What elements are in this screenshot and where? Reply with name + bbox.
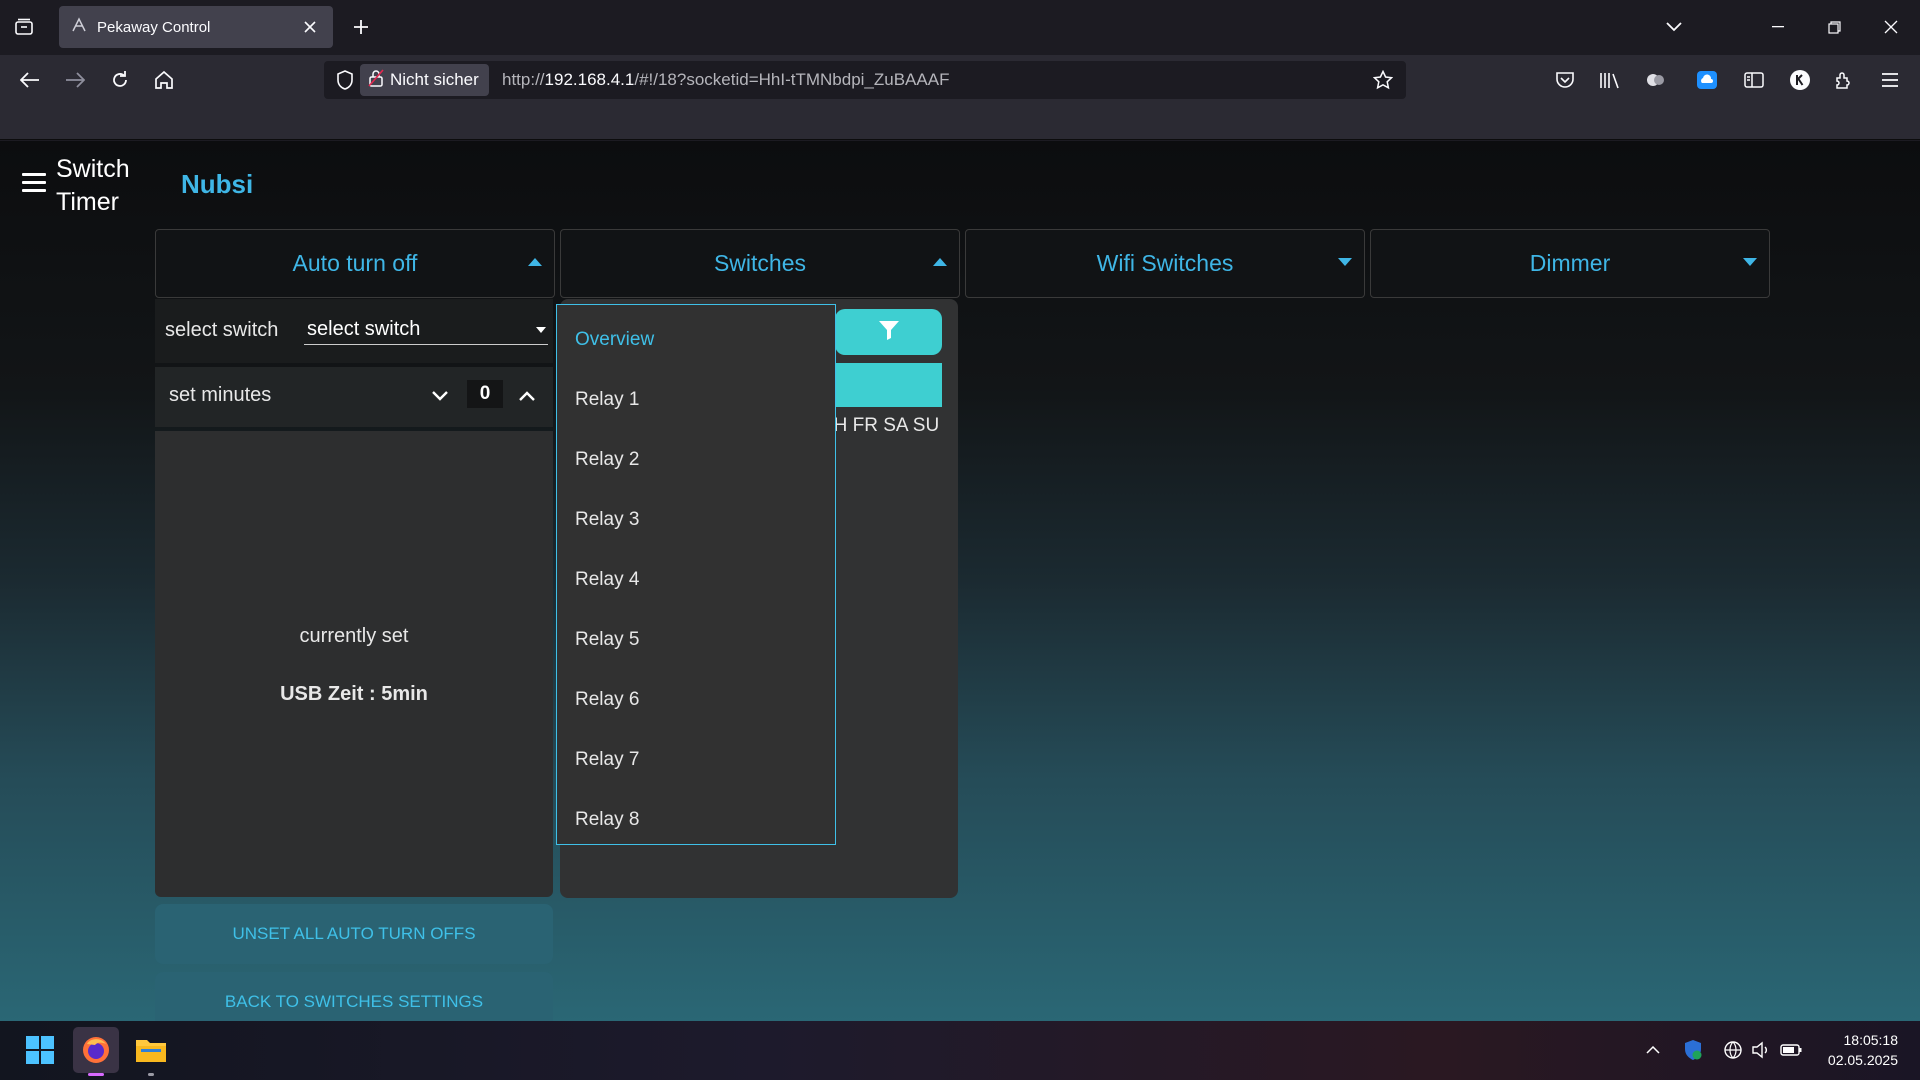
- auto-turn-off-header[interactable]: Auto turn off: [155, 229, 555, 298]
- extensions-icon[interactable]: [1826, 62, 1862, 98]
- caret-up-icon: [528, 258, 542, 266]
- firefox-taskbar-icon[interactable]: [73, 1027, 119, 1076]
- dropdown-option-relay[interactable]: Relay 1: [557, 370, 835, 430]
- browser-nav-bar: Nicht sicher http://192.168.4.1/#!/18?so…: [0, 55, 1920, 105]
- running-app-indicator: [148, 1073, 154, 1076]
- weekdays-label: TH FR SA SU: [822, 415, 940, 436]
- pocket-icon[interactable]: [1547, 62, 1583, 98]
- select-switch-value: select switch: [307, 318, 421, 340]
- sidebar-icon[interactable]: [1736, 62, 1772, 98]
- bookmarks-toolbar: [0, 105, 1920, 140]
- dropdown-option-relay[interactable]: Relay 4: [557, 550, 835, 610]
- dropdown-option-relay[interactable]: Relay 6: [557, 670, 835, 730]
- app-title-line2: Timer: [56, 188, 119, 216]
- switches-label: Switches: [713, 250, 807, 276]
- app-title: Switch Timer: [56, 153, 130, 219]
- tab-title: Pekaway Control: [97, 18, 211, 36]
- caret-down-icon: [1338, 258, 1352, 266]
- new-tab-icon[interactable]: [343, 9, 379, 45]
- dropdown-option-relay[interactable]: Relay 8: [557, 790, 835, 850]
- clock-time: 18:05:18: [1843, 1032, 1899, 1048]
- forward-arrow-icon[interactable]: [57, 62, 93, 98]
- dropdown-arrow-icon: [536, 327, 546, 333]
- show-hidden-icons-chevron-up-icon[interactable]: [1640, 1037, 1666, 1063]
- tracking-shield-icon[interactable]: [330, 65, 360, 95]
- select-switch-dropdown[interactable]: select switch: [304, 315, 548, 345]
- user-name: Nubsi: [181, 169, 254, 199]
- restore-window-icon[interactable]: [1814, 8, 1854, 46]
- menu-hamburger-icon[interactable]: [22, 173, 46, 193]
- back-arrow-icon[interactable]: [12, 62, 48, 98]
- minimize-window-icon[interactable]: [1758, 8, 1798, 46]
- security-shield-icon[interactable]: [1680, 1037, 1706, 1063]
- home-icon[interactable]: [146, 62, 182, 98]
- dropdown-option-relay[interactable]: Relay 7: [557, 730, 835, 790]
- dimmer-header[interactable]: Dimmer: [1370, 229, 1770, 298]
- wifi-switches-label: Wifi Switches: [1096, 250, 1234, 276]
- set-minutes-label: set minutes: [169, 384, 272, 406]
- bookmark-star-icon[interactable]: [1368, 65, 1398, 95]
- network-globe-icon[interactable]: [1720, 1037, 1746, 1063]
- dimmer-label: Dimmer: [1529, 250, 1611, 276]
- battery-icon[interactable]: [1778, 1037, 1804, 1063]
- auto-turn-off-label: Auto turn off: [292, 250, 418, 276]
- url-prefix: http://: [502, 70, 545, 89]
- switches-header[interactable]: Switches: [560, 229, 960, 298]
- insecure-lock-icon: [368, 68, 384, 92]
- not-secure-label: Nicht sicher: [390, 70, 479, 89]
- select-switch-label: select switch: [165, 319, 279, 341]
- dropdown-option-relay[interactable]: Relay 2: [557, 430, 835, 490]
- dropdown-option-overview[interactable]: Overview: [557, 310, 835, 370]
- volume-speaker-icon[interactable]: [1748, 1037, 1774, 1063]
- browser-tab-bar: Pekaway Control: [0, 0, 1920, 55]
- unset-all-button[interactable]: UNSET ALL AUTO TURN OFFS: [155, 904, 553, 964]
- usb-time-value: USB Zeit : 5min: [280, 683, 428, 705]
- page-content: Switch Timer Nubsi Auto turn off Switche…: [0, 141, 1920, 1021]
- url-path: /#!/18?socketid=HhI-tTMNbdpi_ZuBAAAF: [634, 70, 950, 89]
- close-tab-icon[interactable]: [295, 12, 325, 42]
- filter-button[interactable]: [835, 309, 942, 355]
- caret-up-icon: [933, 258, 947, 266]
- tab-list-icon[interactable]: [6, 9, 42, 45]
- minutes-decrement-chevron-down-icon[interactable]: [425, 381, 455, 411]
- minutes-value[interactable]: 0: [467, 380, 503, 408]
- minutes-increment-chevron-up-icon[interactable]: [512, 381, 542, 411]
- not-secure-indicator[interactable]: Nicht sicher: [360, 64, 489, 96]
- windows-taskbar: 18:05:18 02.05.2025: [0, 1021, 1920, 1080]
- url-host: 192.168.4.1: [544, 70, 635, 89]
- extension-puzzle-colored-icon[interactable]: [1638, 62, 1674, 98]
- app-menu-icon[interactable]: [1872, 62, 1908, 98]
- clock-date: 02.05.2025: [1827, 1052, 1898, 1068]
- cloud-sync-icon[interactable]: [1689, 62, 1725, 98]
- list-all-tabs-icon[interactable]: [1656, 9, 1692, 45]
- url-bar[interactable]: Nicht sicher http://192.168.4.1/#!/18?so…: [324, 61, 1406, 99]
- reload-icon[interactable]: [102, 62, 138, 98]
- select-switch-row: select switch select switch: [155, 299, 553, 363]
- account-avatar-icon[interactable]: [1782, 62, 1818, 98]
- url-text[interactable]: http://192.168.4.1/#!/18?socketid=HhI-tT…: [502, 61, 949, 99]
- filter-icon: [878, 319, 900, 346]
- dropdown-option-relay[interactable]: Relay 5: [557, 610, 835, 670]
- current-setting-box: currently set USB Zeit : 5min: [155, 431, 553, 897]
- close-window-icon[interactable]: [1871, 8, 1911, 46]
- site-favicon-icon: [71, 16, 87, 38]
- library-icon[interactable]: [1592, 62, 1628, 98]
- dropdown-option-relay[interactable]: Relay 3: [557, 490, 835, 550]
- app-title-line1: Switch: [56, 155, 130, 183]
- taskbar-clock[interactable]: 18:05:18 02.05.2025: [1828, 1030, 1898, 1070]
- caret-down-icon: [1743, 258, 1757, 266]
- file-explorer-icon[interactable]: [128, 1027, 174, 1076]
- set-minutes-row: set minutes 0: [155, 367, 553, 427]
- browser-tab[interactable]: Pekaway Control: [59, 6, 333, 48]
- back-to-switches-button[interactable]: BACK TO SWITCHES SETTINGS: [155, 972, 553, 1021]
- switch-bar[interactable]: [835, 363, 942, 407]
- windows-start-icon[interactable]: [17, 1027, 63, 1073]
- wifi-switches-header[interactable]: Wifi Switches: [965, 229, 1365, 298]
- active-app-indicator: [88, 1073, 104, 1076]
- currently-set-label: currently set: [299, 625, 409, 647]
- switch-select-dropdown-list: Overview Relay 1 Relay 2 Relay 3 Relay 4 Rela…: [556, 304, 836, 845]
